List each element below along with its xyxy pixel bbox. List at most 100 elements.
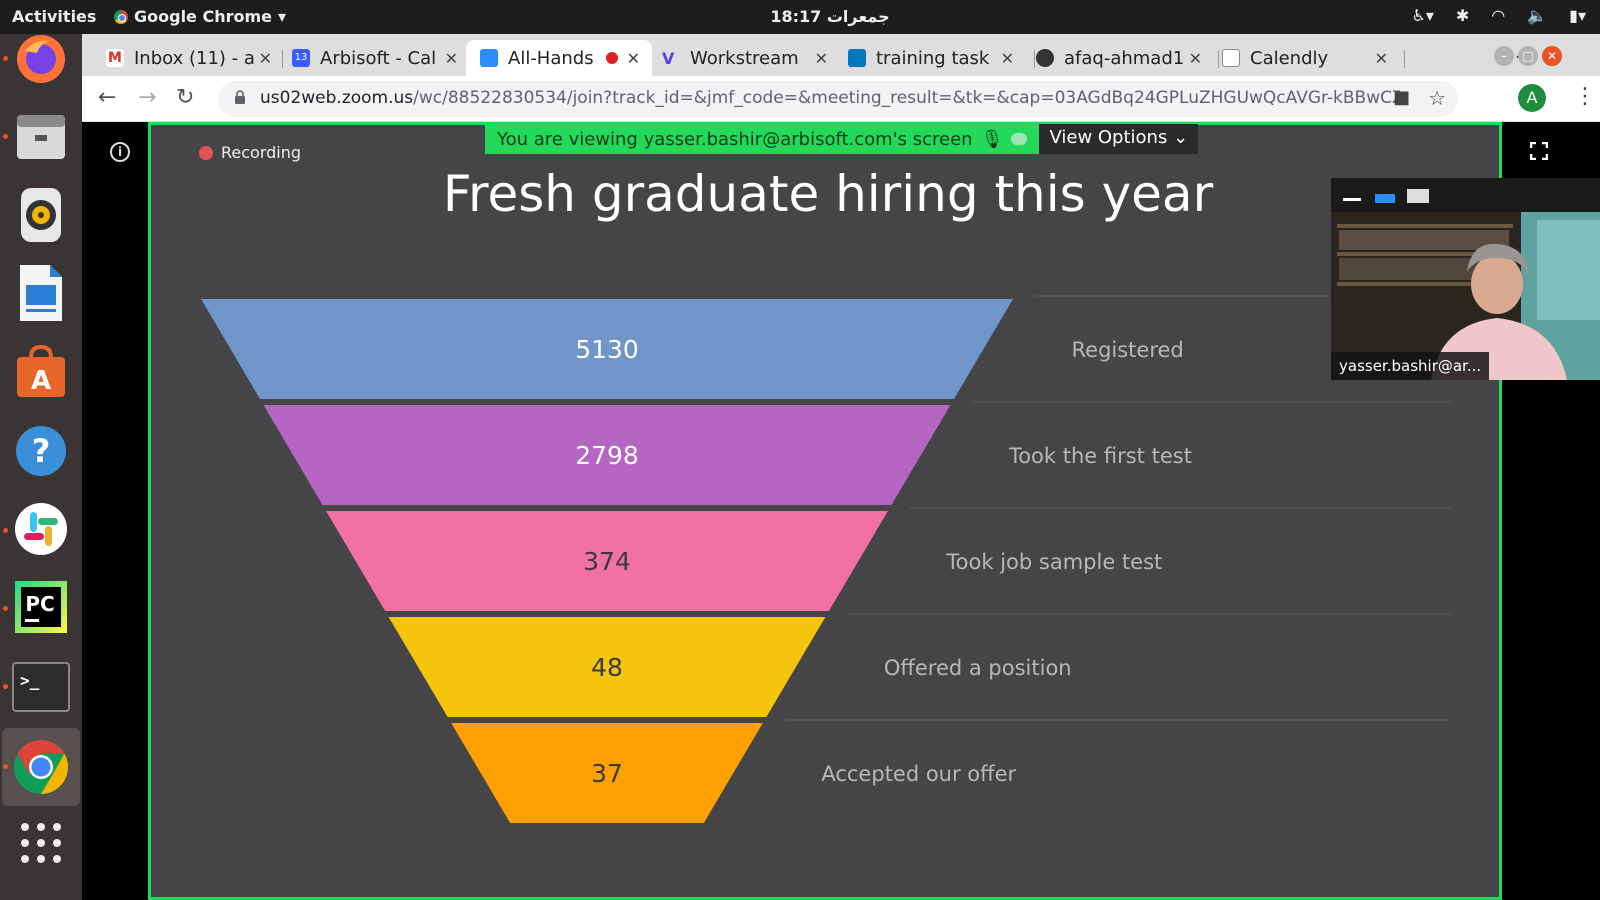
gallery-view-icon[interactable] bbox=[1407, 189, 1429, 203]
bookmark-star-icon[interactable]: ☆ bbox=[1428, 86, 1446, 110]
clock[interactable]: جمعرات 18:17 bbox=[700, 7, 960, 26]
pycharm-icon[interactable]: PC bbox=[10, 576, 72, 638]
slack-tray-icon[interactable]: ✱ bbox=[1456, 6, 1469, 25]
tab-separator bbox=[1218, 50, 1219, 68]
funnel-category-label: Offered a position bbox=[884, 656, 1072, 680]
chrome-icon bbox=[114, 9, 128, 24]
system-top-bar: Activities Google Chrome ▾ جمعرات 18:17 … bbox=[0, 0, 1600, 34]
funnel-category-label: Took job sample test bbox=[945, 550, 1162, 574]
recording-indicator-icon bbox=[606, 52, 618, 64]
chrome-icon[interactable] bbox=[10, 736, 72, 798]
tab-all-hands[interactable]: All-Hands ✕ bbox=[466, 40, 652, 76]
tab-title: Inbox (11) - a bbox=[134, 47, 255, 69]
rhythmbox-icon[interactable] bbox=[10, 184, 72, 246]
running-indicator bbox=[3, 56, 8, 61]
help-icon[interactable]: ? bbox=[10, 420, 72, 482]
reload-button[interactable]: ↻ bbox=[176, 85, 194, 110]
workstream-icon: V bbox=[662, 49, 675, 68]
slack-icon[interactable] bbox=[10, 498, 72, 560]
running-indicator bbox=[3, 134, 8, 139]
fullscreen-icon[interactable] bbox=[1530, 142, 1548, 160]
svg-text:PC: PC bbox=[25, 592, 54, 616]
close-icon[interactable]: ✕ bbox=[445, 49, 458, 68]
funnel-value-label: 5130 bbox=[575, 335, 639, 364]
profile-avatar[interactable]: A bbox=[1518, 84, 1546, 112]
close-icon[interactable]: ✕ bbox=[1375, 49, 1388, 68]
libreoffice-writer-icon[interactable] bbox=[10, 262, 72, 324]
camera-icon[interactable]: ■ bbox=[1393, 87, 1410, 108]
software-store-icon[interactable]: A bbox=[10, 342, 72, 404]
zoom-icon bbox=[480, 49, 498, 67]
show-applications-icon[interactable] bbox=[10, 812, 72, 874]
app-menu-label: Google Chrome bbox=[134, 7, 273, 26]
tab-title: Calendly bbox=[1250, 47, 1329, 69]
running-indicator bbox=[3, 528, 8, 533]
svg-text:>_: >_ bbox=[20, 671, 40, 690]
system-tray[interactable]: ♿▾ ✱ ◠ 🔈 ▮▾ bbox=[1411, 6, 1586, 25]
participant-name: yasser.bashir@ar... bbox=[1331, 352, 1490, 380]
firefox-icon[interactable] bbox=[10, 28, 72, 90]
close-icon[interactable]: ✕ bbox=[1189, 49, 1202, 68]
tab-github[interactable]: afaq-ahmad1 ✕ bbox=[1036, 40, 1214, 76]
tab-separator bbox=[1034, 50, 1035, 68]
info-icon[interactable]: i bbox=[110, 142, 130, 162]
chrome-menu-icon[interactable]: ⋮ bbox=[1574, 84, 1596, 109]
calendly-icon bbox=[1222, 49, 1240, 67]
back-button[interactable]: ← bbox=[98, 85, 116, 110]
running-indicator bbox=[3, 606, 8, 611]
accessibility-icon[interactable]: ♿▾ bbox=[1411, 6, 1433, 25]
chevron-down-icon: ▾ bbox=[278, 7, 287, 26]
wifi-icon[interactable]: ◠ bbox=[1491, 6, 1505, 25]
calendar-icon: 13 bbox=[292, 49, 310, 67]
participant-video-tile[interactable]: yasser.bashir@ar... bbox=[1331, 178, 1600, 380]
funnel-value-label: 37 bbox=[591, 759, 623, 788]
funnel-chart: 5130 Registered2798 Took the first test374… bbox=[201, 295, 1451, 823]
app-menu[interactable]: Google Chrome ▾ bbox=[114, 7, 286, 26]
speaker-view-icon[interactable] bbox=[1375, 194, 1395, 203]
gmail-icon: M bbox=[106, 49, 124, 67]
files-icon[interactable] bbox=[10, 106, 72, 168]
forward-button[interactable]: → bbox=[138, 85, 156, 110]
funnel-value-label: 374 bbox=[583, 547, 631, 576]
tab-calendly[interactable]: Calendly ✕ bbox=[1222, 40, 1400, 76]
close-icon[interactable]: ✕ bbox=[815, 49, 828, 68]
funnel-category-label: Took the first test bbox=[1008, 444, 1192, 468]
close-icon[interactable]: ✕ bbox=[1001, 49, 1014, 68]
tab-separator bbox=[282, 50, 283, 68]
dock: A ? PC >_ bbox=[0, 34, 82, 900]
tab-title: All-Hands bbox=[508, 47, 594, 69]
shared-screen: Recording You are viewing yasser.bashir@… bbox=[148, 122, 1600, 900]
battery-icon[interactable]: ▮▾ bbox=[1569, 6, 1586, 25]
browser-toolbar: ← → ↻ us02web.zoom.us/wc/88522830534/joi… bbox=[82, 76, 1600, 122]
close-icon[interactable]: ✕ bbox=[627, 49, 640, 68]
close-icon[interactable]: ✕ bbox=[259, 49, 272, 68]
tab-title: Arbisoft - Cal bbox=[320, 47, 437, 69]
trello-icon bbox=[848, 49, 866, 67]
funnel-value-label: 2798 bbox=[575, 441, 639, 470]
volume-icon[interactable]: 🔈 bbox=[1527, 6, 1547, 25]
activities-button[interactable]: Activities bbox=[12, 7, 96, 26]
funnel-category-label: Registered bbox=[1072, 338, 1184, 362]
maximize-button[interactable]: □ bbox=[1518, 46, 1538, 66]
close-window-button[interactable]: ✕ bbox=[1542, 46, 1562, 66]
tab-inbox[interactable]: M Inbox (11) - a ✕ bbox=[106, 40, 284, 76]
address-bar[interactable]: us02web.zoom.us/wc/88522830534/join?trac… bbox=[218, 81, 1458, 117]
terminal-icon[interactable]: >_ bbox=[10, 656, 72, 718]
running-indicator bbox=[3, 764, 8, 769]
tab-title: afaq-ahmad1 bbox=[1064, 47, 1185, 69]
funnel-category-label: Accepted our offer bbox=[821, 762, 1016, 786]
tab-separator bbox=[1404, 50, 1405, 68]
url-text[interactable]: us02web.zoom.us/wc/88522830534/join?trac… bbox=[260, 88, 1400, 108]
zoom-meeting: i Recording You are viewing yasser.bashi… bbox=[82, 122, 1600, 900]
tab-title: Workstream bbox=[690, 47, 799, 69]
tab-workstream[interactable]: V Workstream ✕ bbox=[662, 40, 840, 76]
github-icon bbox=[1036, 49, 1054, 67]
minimize-button[interactable]: – bbox=[1494, 46, 1514, 66]
tab-title: training task bbox=[876, 47, 990, 69]
participant-video: yasser.bashir@ar... bbox=[1331, 212, 1600, 380]
tab-training-task[interactable]: training task ✕ bbox=[848, 40, 1026, 76]
lock-icon[interactable] bbox=[234, 90, 246, 104]
funnel-value-label: 48 bbox=[591, 653, 623, 682]
tab-arbisoft-calendar[interactable]: 13 Arbisoft - Cal ✕ bbox=[292, 40, 470, 76]
minimize-video-icon[interactable] bbox=[1343, 198, 1361, 201]
